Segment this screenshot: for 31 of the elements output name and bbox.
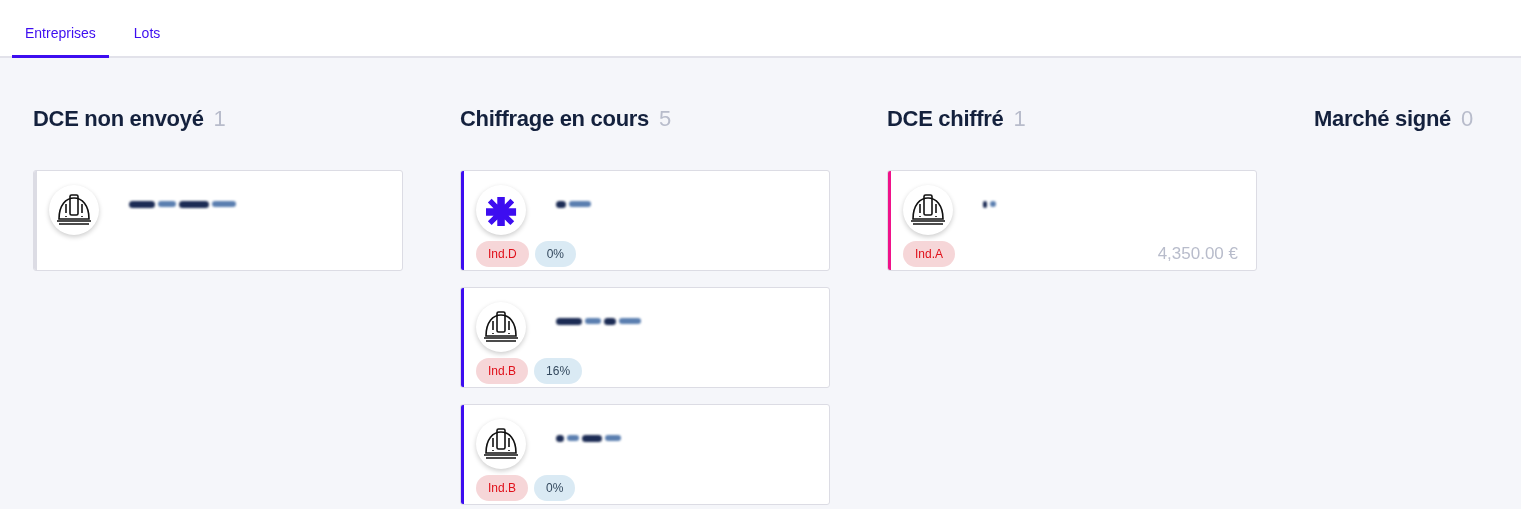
revision-badge: Ind.A bbox=[903, 241, 956, 267]
company-card[interactable]: Ind.B 16% bbox=[460, 287, 830, 388]
helmet-icon bbox=[483, 310, 519, 344]
column-title: DCE non envoyé bbox=[33, 105, 204, 133]
revision-badge: Ind.B bbox=[476, 358, 529, 384]
helmet-icon bbox=[56, 193, 92, 227]
progress-badge: 0% bbox=[534, 241, 577, 267]
column-title: Chiffrage en cours bbox=[460, 105, 649, 133]
column-count: 1 bbox=[1013, 105, 1026, 133]
blurred-name bbox=[556, 435, 621, 442]
company-card[interactable] bbox=[33, 170, 403, 271]
helmet-icon bbox=[483, 427, 519, 461]
blurred-name bbox=[556, 201, 591, 208]
amount: 4,350.00 € bbox=[1157, 243, 1238, 266]
company-card[interactable]: Ind.A 4,350.00 € bbox=[887, 170, 1257, 271]
blurred-name bbox=[983, 201, 996, 208]
column-count: 0 bbox=[1461, 105, 1474, 133]
company-card[interactable]: Ind.D 0% bbox=[460, 170, 830, 271]
revision-badge: Ind.D bbox=[476, 241, 529, 267]
tab[interactable]: Entreprises bbox=[12, 12, 109, 58]
asterisk-icon bbox=[485, 194, 517, 226]
column-title: DCE chiffré bbox=[887, 105, 1004, 133]
column-count: 1 bbox=[213, 105, 226, 133]
progress-badge: 0% bbox=[534, 475, 576, 501]
company-card[interactable]: Ind.B 0% bbox=[460, 404, 830, 505]
tab[interactable]: Lots bbox=[120, 12, 174, 58]
revision-badge: Ind.B bbox=[476, 475, 529, 501]
column-count: 5 bbox=[659, 105, 672, 133]
helmet-icon bbox=[910, 193, 946, 227]
progress-badge: 16% bbox=[534, 358, 583, 384]
column-title: Marché signé bbox=[1314, 105, 1451, 133]
